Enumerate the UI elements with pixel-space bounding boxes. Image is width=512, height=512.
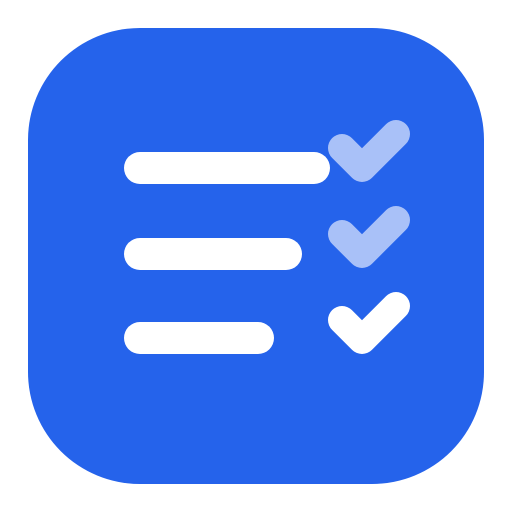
icon-canvas <box>0 0 512 512</box>
checklist-app-icon <box>28 28 484 484</box>
